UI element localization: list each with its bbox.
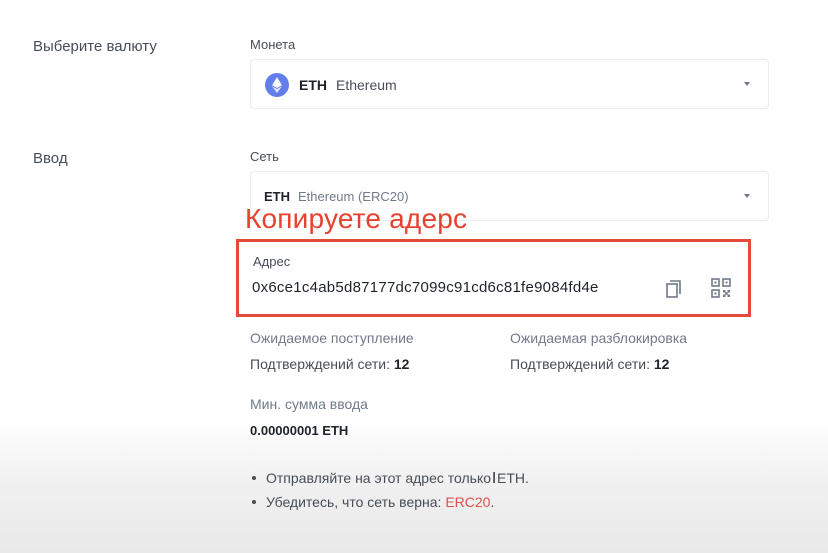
note1-prefix: Отправляйте на этот адрес только bbox=[266, 470, 492, 486]
annotation-copy-address: Копируете адерс bbox=[245, 203, 468, 234]
min-deposit-label: Мин. сумма ввода bbox=[250, 396, 368, 412]
deposit-address[interactable]: 0x6ce1c4ab5d87177dc7099c91cd6c81fe9084fd… bbox=[252, 279, 599, 296]
expected-unlock-value: Подтверждений сети: 12 bbox=[510, 356, 669, 372]
copy-icon[interactable] bbox=[662, 278, 684, 300]
network-field-label: Сеть bbox=[250, 149, 279, 164]
qr-code-icon[interactable] bbox=[710, 277, 732, 299]
address-label: Адрес bbox=[253, 254, 291, 269]
expected-arrival-confirmations: 12 bbox=[393, 356, 410, 372]
address-highlight-box: Адрес 0x6ce1c4ab5d87177dc7099c91cd6c81fe… bbox=[236, 239, 751, 317]
bullet-icon bbox=[252, 476, 256, 480]
network-name: Ethereum (ERC20) bbox=[298, 189, 409, 204]
expected-arrival-value: Подтверждений сети: 12 bbox=[250, 356, 409, 372]
min-deposit-value: 0.00000001 ETH bbox=[250, 423, 349, 438]
coin-field-label: Монета bbox=[250, 37, 296, 52]
note1-suffix: ETH. bbox=[497, 470, 529, 486]
coin-name: Ethereum bbox=[336, 77, 397, 93]
note2-prefix: Убедитесь, что сеть верна: bbox=[266, 494, 442, 510]
expected-unlock-text: Подтверждений сети: bbox=[510, 356, 650, 372]
note-item: Отправляйте на этот адрес только I ETH. bbox=[252, 466, 529, 490]
text-cursor-icon: I bbox=[491, 470, 497, 487]
bullet-icon bbox=[252, 500, 256, 504]
coin-select[interactable]: ETH Ethereum bbox=[250, 59, 769, 109]
coin-symbol: ETH bbox=[299, 77, 327, 93]
deposit-section-label: Ввод bbox=[33, 150, 68, 167]
ethereum-icon bbox=[265, 73, 289, 97]
expected-unlock-label: Ожидаемая разблокировка bbox=[510, 330, 688, 346]
chevron-down-icon bbox=[744, 82, 750, 86]
network-erc20-link[interactable]: ERC20 bbox=[445, 490, 490, 514]
expected-arrival-text: Подтверждений сети: bbox=[250, 356, 390, 372]
expected-arrival-label: Ожидаемое поступление bbox=[250, 330, 414, 346]
note2-suffix: . bbox=[490, 494, 495, 510]
network-symbol: ETH bbox=[264, 189, 290, 204]
expected-unlock-confirmations: 12 bbox=[653, 356, 670, 372]
select-currency-label: Выберите валюту bbox=[33, 38, 157, 55]
chevron-down-icon bbox=[744, 194, 750, 198]
deposit-notes: Отправляйте на этот адрес только I ETH. Уб… bbox=[252, 466, 529, 514]
note-item: Убедитесь, что сеть верна: ERC20. bbox=[252, 490, 529, 514]
